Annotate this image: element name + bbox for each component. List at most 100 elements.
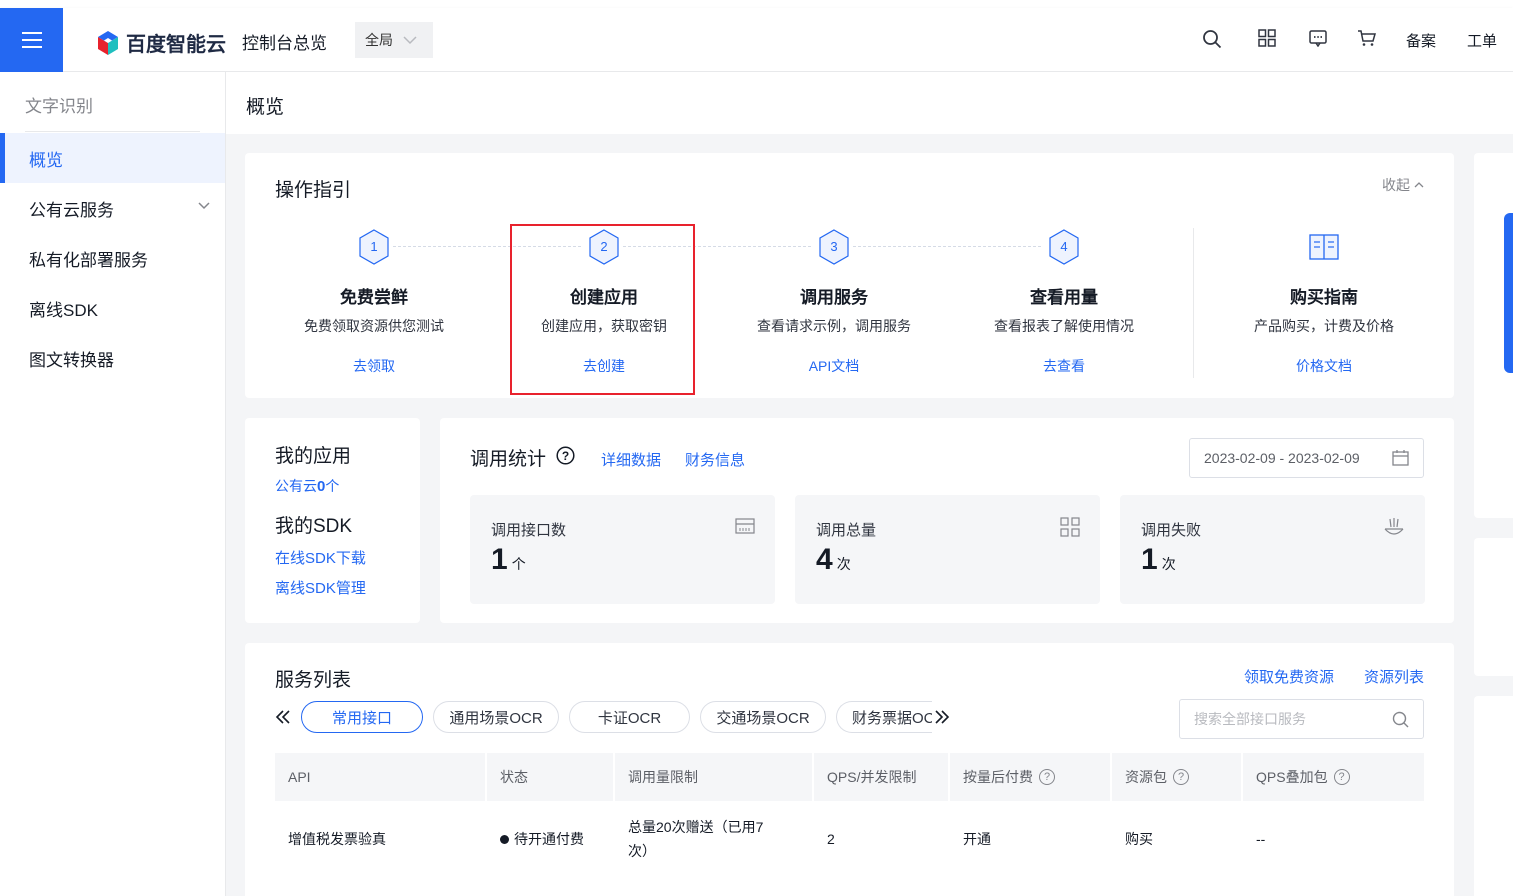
col-resource-package: 资源包? bbox=[1112, 753, 1243, 801]
step-title: 购买指南 bbox=[1290, 288, 1358, 307]
offline-sdk-manage-link[interactable]: 离线SDK管理 bbox=[275, 577, 366, 598]
sidebar-item-converter[interactable]: 图文转换器 bbox=[0, 333, 225, 383]
svg-text:3: 3 bbox=[830, 239, 837, 254]
collapse-button[interactable]: 收起 bbox=[1382, 175, 1424, 195]
my-apps-title: 我的应用 bbox=[275, 446, 352, 467]
right-panel-card-1 bbox=[1474, 153, 1513, 518]
cart-icon[interactable] bbox=[1357, 29, 1376, 47]
tab-card-ocr[interactable]: 卡证OCR bbox=[569, 701, 690, 733]
claim-free-resources-link[interactable]: 领取免费资源 bbox=[1244, 666, 1334, 687]
status-dot bbox=[500, 834, 509, 844]
search-placeholder: 搜索全部接口服务 bbox=[1194, 711, 1306, 727]
calendar-icon bbox=[1392, 450, 1409, 466]
beian-link[interactable]: 备案 bbox=[1406, 30, 1436, 51]
online-sdk-download-link[interactable]: 在线SDK下载 bbox=[275, 547, 366, 568]
help-icon[interactable]: ? bbox=[1333, 769, 1350, 785]
sidebar-item-offline-sdk[interactable]: 离线SDK bbox=[0, 283, 225, 333]
search-icon[interactable] bbox=[1202, 29, 1222, 49]
stat-total-calls: 调用总量 4次 bbox=[795, 495, 1100, 604]
step-number-icon: 4 bbox=[1049, 229, 1079, 265]
tab-traffic-ocr[interactable]: 交通场景OCR bbox=[700, 701, 826, 733]
step-desc: 查看报表了解使用情况 bbox=[994, 318, 1134, 334]
chevron-up-icon bbox=[1414, 182, 1424, 188]
stat-value: 1次 bbox=[1141, 543, 1176, 576]
svg-text:4: 4 bbox=[1060, 239, 1067, 254]
book-icon bbox=[1309, 234, 1339, 260]
scroll-left-icon[interactable] bbox=[275, 710, 291, 724]
step-title: 调用服务 bbox=[800, 288, 868, 307]
date-range-picker[interactable]: 2023-02-09 - 2023-02-09 bbox=[1189, 438, 1424, 478]
resource-list-link[interactable]: 资源列表 bbox=[1364, 666, 1424, 687]
guide-separator bbox=[1193, 228, 1194, 378]
cell-qps-pack: -- bbox=[1256, 831, 1266, 847]
grid-icon bbox=[1060, 517, 1080, 537]
stat-api-count: 调用接口数 1个 bbox=[470, 495, 775, 604]
sidebar-divider bbox=[25, 131, 200, 132]
sidebar-item-private-deploy[interactable]: 私有化部署服务 bbox=[0, 233, 225, 283]
help-icon[interactable]: ? bbox=[556, 446, 575, 465]
cell-api: 增值税发票验真 bbox=[288, 831, 386, 847]
tab-general-ocr[interactable]: 通用场景OCR bbox=[433, 701, 559, 733]
guide-title: 操作指引 bbox=[275, 180, 352, 201]
chevron-down-icon bbox=[198, 202, 210, 210]
service-search-input[interactable]: 搜索全部接口服务 bbox=[1179, 699, 1424, 739]
public-cloud-apps-link[interactable]: 公有云0个 bbox=[275, 476, 339, 496]
ticket-link[interactable]: 工单 bbox=[1467, 30, 1497, 51]
col-qps-package: QPS叠加包? bbox=[1243, 753, 1424, 801]
logo-text: 百度智能云 bbox=[126, 34, 226, 56]
baidu-cloud-logo-icon bbox=[98, 30, 118, 55]
sidebar-item-overview[interactable]: 概览 bbox=[0, 133, 225, 183]
collapse-label: 收起 bbox=[1382, 177, 1410, 193]
chevron-down-icon bbox=[403, 36, 417, 45]
tab-finance-ocr[interactable]: 财务票据OCR bbox=[836, 701, 932, 733]
promo-banner[interactable] bbox=[1504, 213, 1513, 373]
stat-failed-calls: 调用失败 1次 bbox=[1120, 495, 1425, 604]
highlight-box bbox=[510, 224, 695, 395]
step-title: 查看用量 bbox=[1030, 288, 1098, 307]
table-header: API 状态 调用量限制 QPS/并发限制 按量后付费? 资源包? QPS叠加包… bbox=[275, 753, 1424, 801]
step-link-view-usage[interactable]: 去查看 bbox=[949, 356, 1179, 376]
region-select[interactable]: 全局 bbox=[355, 22, 433, 58]
step-desc: 免费领取资源供您测试 bbox=[304, 318, 444, 334]
col-postpaid: 按量后付费? bbox=[950, 753, 1112, 801]
help-icon[interactable]: ? bbox=[1173, 769, 1189, 785]
tab-common-apis[interactable]: 常用接口 bbox=[301, 701, 423, 733]
guide-step-4: 4 查看用量 查看报表了解使用情况 去查看 bbox=[949, 228, 1179, 376]
col-call-limit: 调用量限制 bbox=[615, 753, 814, 801]
right-panel-card-3 bbox=[1474, 696, 1513, 896]
guide-card: 操作指引 收起 1 免费尝鲜 免费领取资源供您测试 去领取 2 创建应用 创建应… bbox=[245, 153, 1454, 398]
step-number-icon: 1 bbox=[359, 229, 389, 265]
menu-button[interactable] bbox=[0, 8, 63, 72]
enable-postpaid-link[interactable]: 开通 bbox=[950, 801, 1112, 877]
console-overview-link[interactable]: 控制台总览 bbox=[242, 29, 327, 54]
step-desc: 查看请求示例，调用服务 bbox=[757, 318, 911, 334]
scroll-right-icon[interactable] bbox=[934, 710, 950, 724]
message-icon[interactable] bbox=[1309, 29, 1327, 47]
page-title: 概览 bbox=[246, 97, 285, 118]
detail-data-link[interactable]: 详细数据 bbox=[601, 449, 661, 470]
buy-package-link[interactable]: 购买 bbox=[1112, 801, 1243, 877]
step-number-icon: 3 bbox=[819, 229, 849, 265]
right-panel-card-2 bbox=[1474, 538, 1513, 676]
sidebar: 文字识别 概览 公有云服务 私有化部署服务 离线SDK 图文转换器 bbox=[0, 72, 226, 896]
stat-value: 1个 bbox=[491, 543, 526, 576]
guide-purchase: 购买指南 产品购买，计费及价格 价格文档 bbox=[1209, 228, 1439, 376]
step-link-api-doc[interactable]: API文档 bbox=[719, 356, 949, 376]
svg-text:1: 1 bbox=[370, 239, 377, 254]
step-link-price-doc[interactable]: 价格文档 bbox=[1209, 356, 1439, 376]
guide-step-1: 1 免费尝鲜 免费领取资源供您测试 去领取 bbox=[259, 228, 489, 376]
failure-icon bbox=[1384, 518, 1404, 535]
date-range-value: 2023-02-09 - 2023-02-09 bbox=[1204, 450, 1360, 466]
apps-grid-icon[interactable] bbox=[1258, 29, 1276, 47]
step-title: 免费尝鲜 bbox=[340, 288, 408, 307]
help-icon[interactable]: ? bbox=[1039, 769, 1055, 785]
step-link-claim[interactable]: 去领取 bbox=[259, 356, 489, 376]
finance-info-link[interactable]: 财务信息 bbox=[685, 449, 745, 470]
search-icon bbox=[1392, 711, 1409, 728]
main-content: 概览 操作指引 收起 1 免费尝鲜 免费领取资源供您测试 去领取 2 创建应用 … bbox=[226, 72, 1513, 896]
menu-icon bbox=[21, 32, 42, 34]
interface-icon bbox=[735, 518, 755, 534]
sidebar-item-public-cloud[interactable]: 公有云服务 bbox=[0, 183, 225, 233]
service-list-title: 服务列表 bbox=[275, 670, 352, 691]
brand-logo[interactable]: 百度智能云 bbox=[96, 28, 226, 57]
